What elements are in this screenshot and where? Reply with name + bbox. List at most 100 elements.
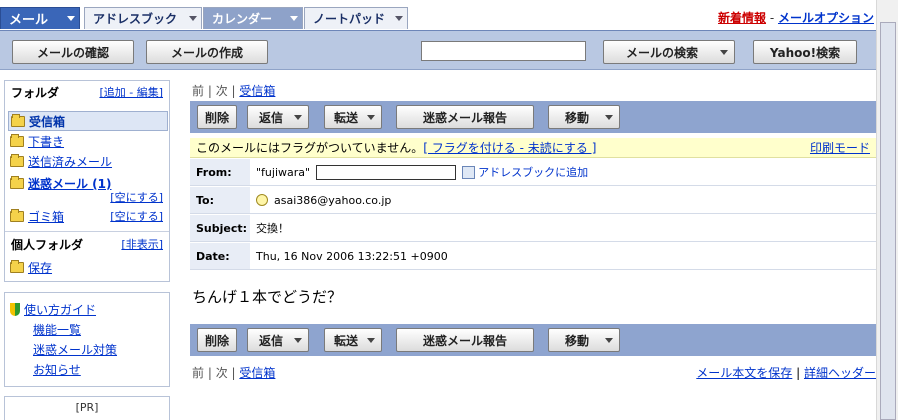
pr-panel: [PR] (4, 396, 170, 420)
guide-link-label[interactable]: 迷惑メール対策 (33, 341, 117, 358)
mail-search-button[interactable]: メールの検索 (603, 40, 735, 64)
chevron-down-icon[interactable] (395, 16, 403, 21)
header-subject: Subject: 交換！ (190, 215, 876, 242)
guide-link-label[interactable]: 使い方ガイド (24, 301, 96, 318)
message-body: ちんげ１本でどうだ？ (192, 288, 343, 306)
reply-button[interactable]: 返信 (247, 328, 309, 352)
delete-button[interactable]: 削除 (197, 105, 237, 129)
folder-header: フォルダ [追加 - 編集] (5, 81, 169, 103)
chevron-down-icon[interactable] (294, 338, 302, 343)
add-to-addressbook-label[interactable]: アドレスブックに追加 (478, 164, 588, 180)
tab-addressbook[interactable]: アドレスブック (84, 7, 202, 29)
inbox-link[interactable]: 受信箱 (239, 84, 275, 98)
tab-notepad[interactable]: ノートパッド (304, 7, 408, 29)
guide-link-label[interactable]: お知らせ (33, 361, 81, 378)
inbox-link[interactable]: 受信箱 (239, 366, 275, 380)
add-to-addressbook-link[interactable]: アドレスブックに追加 (462, 164, 588, 180)
empty-spam-link[interactable]: [空にする] (110, 189, 163, 205)
breadcrumb-bottom: 前 | 次 | 受信箱 (192, 364, 275, 381)
sidebar-item-save[interactable]: 保存 (10, 259, 52, 276)
sidebar-item-label[interactable]: 保存 (28, 259, 52, 276)
folder-add-edit-link[interactable]: [追加 - 編集] (99, 84, 163, 100)
sidebar-item-label[interactable]: 送信済みメール (28, 153, 112, 170)
hide-personal-link[interactable]: [非表示] (121, 236, 163, 252)
detail-header-link[interactable]: 詳細ヘッダー (804, 366, 876, 380)
folder-icon (10, 154, 24, 167)
chevron-down-icon[interactable] (290, 16, 298, 21)
chevron-down-icon[interactable] (367, 115, 375, 120)
folders-title: フォルダ (11, 85, 60, 100)
spam-report-button[interactable]: 迷惑メール報告 (396, 328, 534, 352)
check-mail-button[interactable]: メールの確認 (12, 40, 134, 64)
move-label: 移動 (564, 110, 589, 125)
spam-report-button[interactable]: 迷惑メール報告 (396, 105, 534, 129)
action-bar-bottom: 削除 返信 転送 迷惑メール報告 移動 (190, 324, 876, 356)
flag-links[interactable]: [ フラグを付ける - 未読にする ] (423, 141, 596, 155)
sender-address-field[interactable] (316, 164, 457, 180)
folder-icon (10, 134, 24, 147)
flag-status: このメールにはフラグがついていません。[ フラグを付ける - 未読にする ] (196, 139, 596, 156)
guide-link-label[interactable]: 機能一覧 (33, 321, 81, 338)
mail-search-label: メールの検索 (625, 45, 698, 60)
reply-button[interactable]: 返信 (247, 105, 309, 129)
from-label: From: (190, 159, 250, 185)
folder-icon (11, 113, 25, 127)
sidebar-item-inbox[interactable]: 受信箱 (8, 111, 168, 131)
vertical-scrollbar[interactable] (876, 0, 898, 420)
date-value: Thu, 16 Nov 2006 13:22:51 +0900 (256, 249, 448, 263)
folder-icon (10, 209, 24, 222)
chevron-down-icon[interactable] (189, 16, 197, 21)
delete-button[interactable]: 削除 (197, 328, 237, 352)
footer-links: メール本文を保存 | 詳細ヘッダー (696, 364, 876, 381)
move-button[interactable]: 移動 (548, 328, 620, 352)
move-button[interactable]: 移動 (548, 105, 620, 129)
top-links: 新着情報 - メールオプション (718, 9, 874, 26)
yahoo-search-button[interactable]: Yahoo!検索 (753, 40, 857, 64)
header-from: From: "fujiwara" アドレスブックに追加 (190, 159, 876, 186)
sidebar-item-label[interactable]: 迷惑メール (1) (28, 175, 112, 192)
nav-separator: | (227, 366, 240, 380)
chevron-down-icon[interactable] (720, 50, 728, 55)
scrollbar-thumb[interactable] (880, 22, 896, 420)
empty-trash-link[interactable]: [空にする] (110, 208, 163, 224)
sidebar-item-sent[interactable]: 送信済みメール (10, 153, 112, 170)
date-label: Date: (190, 243, 250, 269)
prev-label: 前 (192, 84, 205, 98)
tab-addressbook-label: アドレスブック (93, 12, 178, 26)
compose-button[interactable]: メールの作成 (146, 40, 268, 64)
chevron-down-icon[interactable] (605, 115, 613, 120)
sidebar-item-label[interactable]: 下書き (28, 133, 64, 150)
nav-separator: | (204, 84, 216, 98)
new-info-link[interactable]: 新着情報 (718, 11, 766, 25)
from-name: "fujiwara" (256, 165, 311, 179)
nav-separator: | (227, 84, 240, 98)
addressbook-icon (462, 165, 476, 179)
chevron-down-icon[interactable] (294, 115, 302, 120)
mail-options-link[interactable]: メールオプション (778, 11, 874, 25)
to-value: asai386@yahoo.co.jp (250, 194, 391, 207)
personal-folders-title: 個人フォルダ (11, 237, 84, 252)
guide-item-howto[interactable]: 使い方ガイド (10, 301, 96, 318)
forward-button[interactable]: 転送 (324, 105, 382, 129)
print-mode-link[interactable]: 印刷モード (810, 139, 870, 156)
tab-calendar[interactable]: カレンダー (203, 7, 303, 29)
folder-icon (10, 176, 24, 189)
sidebar-item-spam[interactable]: 迷惑メール (1) (10, 175, 112, 192)
chevron-down-icon[interactable] (67, 16, 75, 21)
sidebar-item-label[interactable]: ゴミ箱 (28, 208, 64, 225)
beginner-mark-icon (10, 303, 20, 316)
save-body-link[interactable]: メール本文を保存 (696, 366, 792, 380)
chevron-down-icon[interactable] (605, 338, 613, 343)
guide-item-features[interactable]: 機能一覧 (33, 321, 81, 338)
tab-mail[interactable]: メール (0, 7, 80, 29)
search-input[interactable] (421, 41, 586, 61)
guide-item-spam[interactable]: 迷惑メール対策 (33, 341, 117, 358)
forward-button[interactable]: 転送 (324, 328, 382, 352)
sidebar-item-label: 受信箱 (29, 114, 66, 129)
guide-item-news[interactable]: お知らせ (33, 361, 81, 378)
tab-notepad-label: ノートパッド (313, 12, 386, 26)
reply-label: 返信 (258, 333, 283, 348)
sidebar-item-drafts[interactable]: 下書き (10, 133, 64, 150)
sidebar-item-trash[interactable]: ゴミ箱 (10, 208, 64, 225)
chevron-down-icon[interactable] (367, 338, 375, 343)
